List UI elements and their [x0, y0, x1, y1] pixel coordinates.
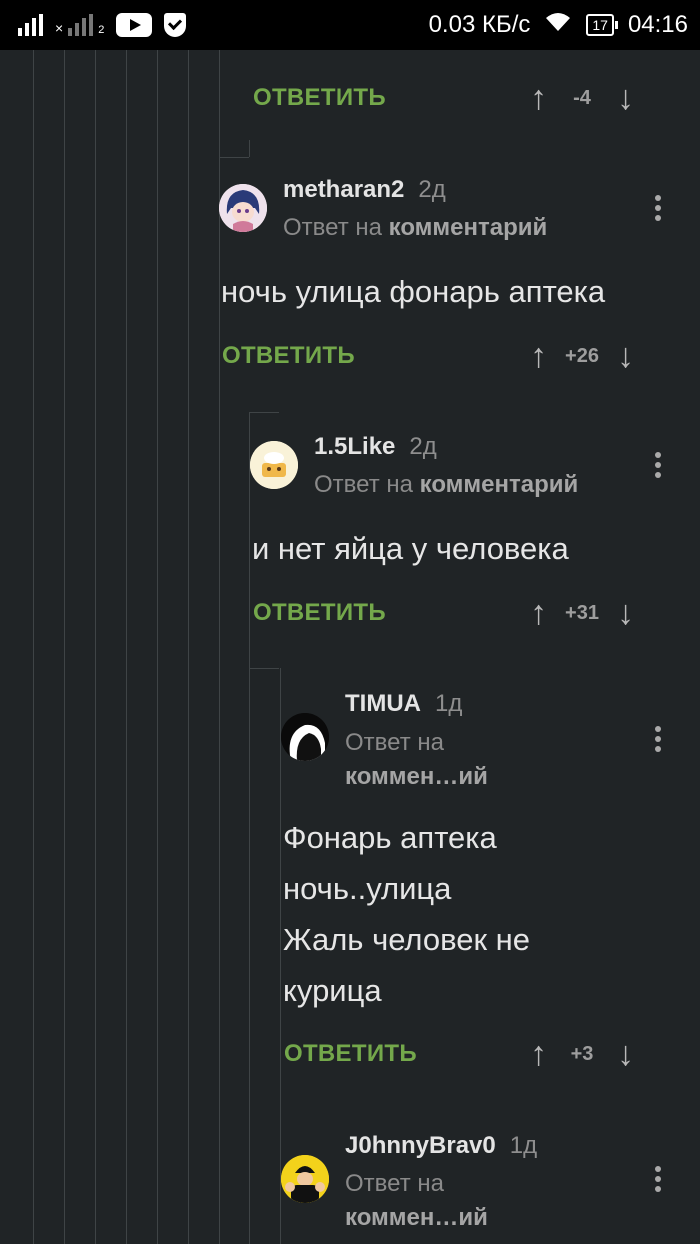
comment-age: 1д: [509, 1132, 538, 1159]
avatar[interactable]: [281, 1155, 329, 1203]
more-options-icon[interactable]: [655, 1166, 663, 1196]
comment-actions: ОТВЕТИТЬ ↑ +26 ↓: [222, 336, 683, 376]
reply-button[interactable]: ОТВЕТИТЬ: [284, 1040, 417, 1068]
downvote-icon[interactable]: ↓: [617, 1035, 634, 1074]
avatar[interactable]: [219, 184, 267, 232]
clock: 04:16: [627, 11, 688, 38]
avatar[interactable]: [281, 713, 329, 761]
comment-age: 1д: [434, 690, 463, 717]
upvote-icon[interactable]: ↑: [530, 594, 547, 633]
reply-to: Ответ на комментарий: [283, 214, 548, 241]
reply-to-link[interactable]: комментарий: [420, 471, 579, 498]
comment-actions: ОТВЕТИТЬ ↑ +31 ↓: [253, 593, 683, 633]
comment-text: и нет яйца у человека: [252, 531, 569, 566]
status-bar: × 2 0.03 КБ/с 17 04:16: [0, 0, 700, 50]
comment-actions: ОТВЕТИТЬ ↑ +3 ↓: [284, 1034, 683, 1074]
username[interactable]: J0hnnyBrav0: [345, 1132, 496, 1159]
comment-score: -4: [573, 86, 591, 109]
reply-to: Ответ на комментарий: [314, 471, 579, 498]
youtube-icon: [116, 13, 153, 37]
reply-button[interactable]: ОТВЕТИТЬ: [253, 599, 386, 627]
upvote-icon[interactable]: ↑: [530, 1035, 547, 1074]
reply-button[interactable]: ОТВЕТИТЬ: [222, 342, 355, 370]
network-speed: 0.03 КБ/с: [428, 11, 531, 38]
comment-score: +3: [570, 1042, 594, 1065]
more-options-icon[interactable]: [655, 726, 663, 756]
battery-icon: 17: [586, 14, 618, 36]
reply-to-link[interactable]: коммен…ий: [345, 763, 488, 790]
more-options-icon[interactable]: [655, 452, 663, 482]
shield-icon: [164, 13, 187, 37]
reply-to-link[interactable]: коммен…ий: [345, 1204, 488, 1231]
downvote-icon[interactable]: ↓: [617, 337, 634, 376]
username[interactable]: 1.5Like: [314, 433, 395, 460]
comment-actions: ОТВЕТИТЬ ↑ -4 ↓: [253, 78, 683, 118]
username[interactable]: metharan2: [283, 176, 404, 203]
signal-sim2-icon: × 2: [55, 14, 104, 36]
comment-age: 2д: [409, 433, 437, 460]
wifi-icon: [544, 11, 572, 39]
upvote-icon[interactable]: ↑: [530, 337, 547, 376]
reply-to: Ответ на коммен…ий: [345, 1170, 488, 1231]
comment-text: ночь улица фонарь аптека: [221, 274, 606, 309]
comment-age: 2д: [418, 176, 446, 203]
comment-score: +31: [565, 601, 599, 624]
comment-score: +26: [565, 344, 599, 367]
avatar[interactable]: [250, 441, 298, 489]
signal-sim1-icon: [18, 14, 43, 36]
downvote-icon[interactable]: ↓: [617, 594, 634, 633]
reply-to-link[interactable]: комментарий: [389, 214, 548, 241]
reply-button[interactable]: ОТВЕТИТЬ: [253, 84, 386, 112]
more-options-icon[interactable]: [655, 195, 663, 225]
username[interactable]: TIMUA: [345, 690, 421, 717]
upvote-icon[interactable]: ↑: [530, 79, 547, 118]
comment-text: Фонарь аптека ночь..улица Жаль человек н…: [283, 820, 531, 1008]
reply-to: Ответ на коммен…ий: [345, 729, 488, 790]
downvote-icon[interactable]: ↓: [617, 79, 634, 118]
